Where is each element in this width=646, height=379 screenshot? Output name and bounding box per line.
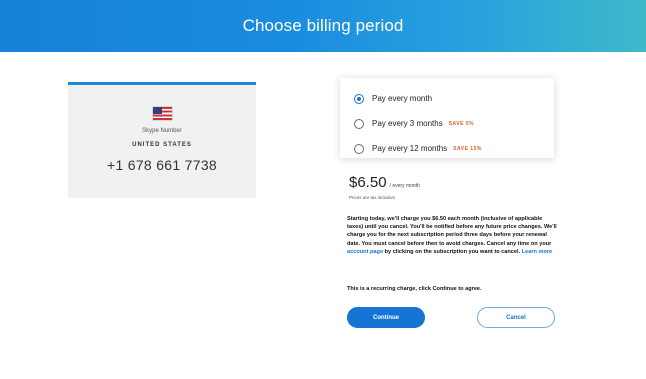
cancel-button[interactable]: Cancel	[477, 307, 555, 328]
skype-number-card: Skype Number UNITED STATES +1 678 661 77…	[68, 82, 256, 198]
us-flag-icon	[152, 107, 172, 120]
terms-text-before: Starting today, we'll charge you $6.50 e…	[347, 216, 557, 247]
page-header: Choose billing period	[0, 0, 646, 52]
price-row: $6.50 / every month	[349, 174, 420, 191]
terms-text-middle: by clicking on the subscription you want…	[383, 248, 522, 255]
radio-3-months[interactable]	[354, 118, 364, 129]
terms-text: Starting today, we'll charge you $6.50 e…	[347, 215, 557, 256]
save-badge: SAVE 5%	[448, 120, 475, 127]
price-period: / every month	[389, 183, 420, 189]
option-label: Pay every 12 months	[372, 144, 448, 153]
card-country: UNITED STATES	[132, 142, 192, 148]
recurring-note: This is a recurring charge, click Contin…	[347, 286, 482, 292]
option-label: Pay every 3 months	[372, 119, 443, 128]
page-title: Choose billing period	[242, 16, 404, 35]
phone-number: +1 678 661 7738	[107, 157, 217, 173]
option-monthly[interactable]: Pay every month	[340, 86, 554, 111]
continue-button[interactable]: Continue	[347, 307, 425, 328]
billing-options-panel: Pay every month Pay every 3 months SAVE …	[340, 78, 554, 158]
learn-more-link[interactable]: Learn more	[522, 249, 552, 255]
option-12-months[interactable]: Pay every 12 months SAVE 15%	[340, 136, 554, 161]
option-label: Pay every month	[372, 94, 433, 103]
account-page-link[interactable]: account page	[347, 249, 383, 255]
option-3-months[interactable]: Pay every 3 months SAVE 5%	[340, 111, 554, 136]
price-amount: $6.50	[349, 174, 387, 191]
radio-monthly[interactable]	[354, 93, 364, 104]
radio-12-months[interactable]	[354, 143, 364, 154]
price-note: Prices are tax inclusive	[349, 195, 396, 200]
save-badge: SAVE 15%	[453, 145, 482, 152]
card-label: Skype Number	[142, 128, 182, 134]
flag-canton	[152, 107, 162, 114]
